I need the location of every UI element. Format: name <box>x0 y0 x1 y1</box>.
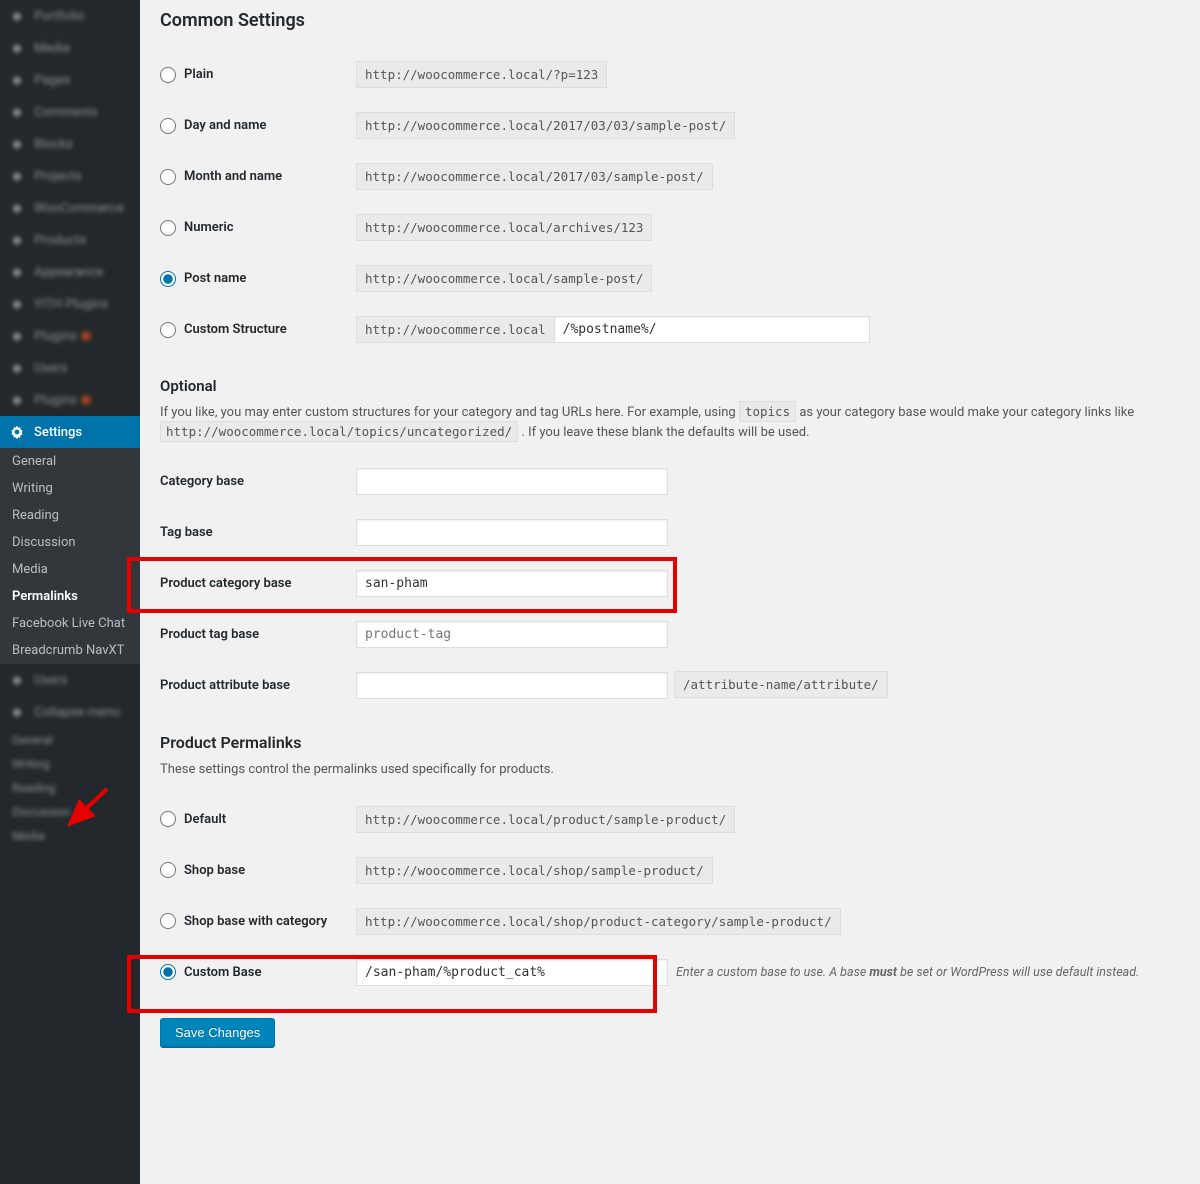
sidebar-item-blurred[interactable]: ◆Plugins <box>0 384 140 416</box>
radio-day-and-name[interactable] <box>160 118 176 134</box>
permalink-option-month-and-name[interactable]: Month and name <box>160 169 346 185</box>
sidebar-item-blurred[interactable]: ◆Products <box>0 224 140 256</box>
category-base-input[interactable] <box>356 468 668 495</box>
permalink-option-post-name[interactable]: Post name <box>160 271 346 287</box>
product-tag-base-label: Product tag base <box>160 609 356 660</box>
menu-icon: ◆ <box>8 103 26 121</box>
menu-icon: ◆ <box>8 359 26 377</box>
url-example: http://woocommerce.local/shop/product-ca… <box>356 908 841 935</box>
url-example: http://woocommerce.local/sample-post/ <box>356 265 652 292</box>
submenu-item-facebook-live-chat[interactable]: Facebook Live Chat <box>0 610 140 637</box>
settings-submenu: GeneralWritingReadingDiscussionMediaPerm… <box>0 448 140 664</box>
product-permalinks-desc: These settings control the permalinks us… <box>160 760 1180 780</box>
menu-icon: ◆ <box>8 39 26 57</box>
product-option-custom-base[interactable]: Custom Base <box>160 964 346 980</box>
radio-custom-structure[interactable] <box>160 322 176 338</box>
menu-icon: ◆ <box>8 295 26 313</box>
url-example: http://woocommerce.local/?p=123 <box>356 61 607 88</box>
custom-base-input[interactable] <box>356 959 668 986</box>
sidebar-item-blurred[interactable]: ◆Comments <box>0 96 140 128</box>
common-settings-table: Plain http://woocommerce.local/?p=123 Day… <box>160 49 1180 355</box>
product-attribute-base-label: Product attribute base <box>160 660 356 711</box>
submenu-item-discussion[interactable]: Discussion <box>0 529 140 556</box>
url-example: http://woocommerce.local/2017/03/03/samp… <box>356 112 735 139</box>
sidebar-item-blurred[interactable]: ◆Plugins <box>0 320 140 352</box>
sidebar-item-blurred[interactable]: ◆Media <box>0 32 140 64</box>
radio-plain[interactable] <box>160 67 176 83</box>
admin-sidebar: ◆Portfolio◆Media◆Pages◆Comments◆Blocks◆P… <box>0 0 140 1184</box>
common-settings-heading: Common Settings <box>160 10 1180 31</box>
menu-icon: ◆ <box>8 7 26 25</box>
menu-icon: ◆ <box>8 199 26 217</box>
sidebar-item-blurred[interactable]: ◆Users <box>0 664 140 696</box>
attribute-suffix: /attribute-name/attribute/ <box>674 671 888 698</box>
content-area: Common Settings Plain http://woocommerce.… <box>140 0 1200 1184</box>
permalink-option-plain[interactable]: Plain <box>160 67 346 83</box>
menu-icon: ◆ <box>8 135 26 153</box>
sidebar-item-settings[interactable]: Settings <box>0 416 140 448</box>
radio-numeric[interactable] <box>160 220 176 236</box>
save-changes-button[interactable]: Save Changes <box>160 1018 275 1047</box>
permalink-option-custom[interactable]: Custom Structure <box>160 322 346 338</box>
sidebar-item-blurred[interactable]: ◆Appearance <box>0 256 140 288</box>
custom-structure-input[interactable] <box>554 316 870 343</box>
optional-table: Category baseTag baseProduct category ba… <box>160 456 1180 711</box>
menu-icon: ◆ <box>8 263 26 281</box>
url-example: http://woocommerce.local/archives/123 <box>356 214 652 241</box>
permalink-option-numeric[interactable]: Numeric <box>160 220 346 236</box>
product-category-base-label: Product category base <box>160 558 356 609</box>
annotation-arrow <box>62 784 112 834</box>
sidebar-item-blurred[interactable]: ◆YITH Plugins <box>0 288 140 320</box>
submenu-item-breadcrumb-navxt[interactable]: Breadcrumb NavXT <box>0 637 140 664</box>
menu-icon: ◆ <box>8 71 26 89</box>
sidebar-item-blurred[interactable]: ◆WooCommerce <box>0 192 140 224</box>
optional-heading: Optional <box>160 377 1180 395</box>
optional-desc: If you like, you may enter custom struct… <box>160 403 1180 442</box>
submenu-item-media[interactable]: Media <box>0 556 140 583</box>
product-option-shop-base-with-category[interactable]: Shop base with category <box>160 913 346 929</box>
menu-icon: ◆ <box>8 231 26 249</box>
url-example: http://woocommerce.local/product/sample-… <box>356 806 735 833</box>
tag-base-label: Tag base <box>160 507 356 558</box>
radio-product-default[interactable] <box>160 811 176 827</box>
category-base-label: Category base <box>160 456 356 507</box>
radio-product-custom-base[interactable] <box>160 964 176 980</box>
settings-icon <box>8 423 26 441</box>
product-option-shop-base[interactable]: Shop base <box>160 862 346 878</box>
sidebar-item-blurred[interactable]: ◆Users <box>0 352 140 384</box>
url-example: http://woocommerce.local/shop/sample-pro… <box>356 857 713 884</box>
custom-prefix: http://woocommerce.local <box>356 316 554 343</box>
url-example: http://woocommerce.local/2017/03/sample-… <box>356 163 713 190</box>
menu-icon: ◆ <box>8 167 26 185</box>
permalink-option-day-and-name[interactable]: Day and name <box>160 118 346 134</box>
radio-product-shop-base[interactable] <box>160 862 176 878</box>
settings-label: Settings <box>34 425 82 440</box>
sidebar-item-blurred[interactable]: ◆Projects <box>0 160 140 192</box>
product-permalinks-heading: Product Permalinks <box>160 733 1180 752</box>
sidebar-item-blurred[interactable]: ◆Collapse menu <box>0 696 140 728</box>
product-permalinks-table: Default http://woocommerce.local/product/… <box>160 794 1180 998</box>
product-category-base-input[interactable] <box>356 570 668 597</box>
update-badge <box>81 395 91 405</box>
sidebar-item-blurred[interactable]: ◆Portfolio <box>0 0 140 32</box>
submenu-item-reading[interactable]: Reading <box>0 502 140 529</box>
tag-base-input[interactable] <box>356 519 668 546</box>
sidebar-item-blurred[interactable]: ◆Pages <box>0 64 140 96</box>
product-tag-base-input[interactable] <box>356 621 668 648</box>
radio-post-name[interactable] <box>160 271 176 287</box>
sidebar-item-blurred[interactable]: General <box>0 728 140 752</box>
menu-icon: ◆ <box>8 327 26 345</box>
submenu-item-permalinks[interactable]: Permalinks <box>0 583 140 610</box>
menu-icon: ◆ <box>8 391 26 409</box>
product-attribute-base-input[interactable] <box>356 672 668 699</box>
sidebar-item-blurred[interactable]: Writing <box>0 752 140 776</box>
sidebar-item-blurred[interactable]: ◆Blocks <box>0 128 140 160</box>
custom-base-hint: Enter a custom base to use. A base must … <box>676 965 1139 980</box>
product-option-default[interactable]: Default <box>160 811 346 827</box>
submenu-item-general[interactable]: General <box>0 448 140 475</box>
submenu-item-writing[interactable]: Writing <box>0 475 140 502</box>
radio-product-shop-base-with-category[interactable] <box>160 913 176 929</box>
update-badge <box>81 331 91 341</box>
radio-month-and-name[interactable] <box>160 169 176 185</box>
